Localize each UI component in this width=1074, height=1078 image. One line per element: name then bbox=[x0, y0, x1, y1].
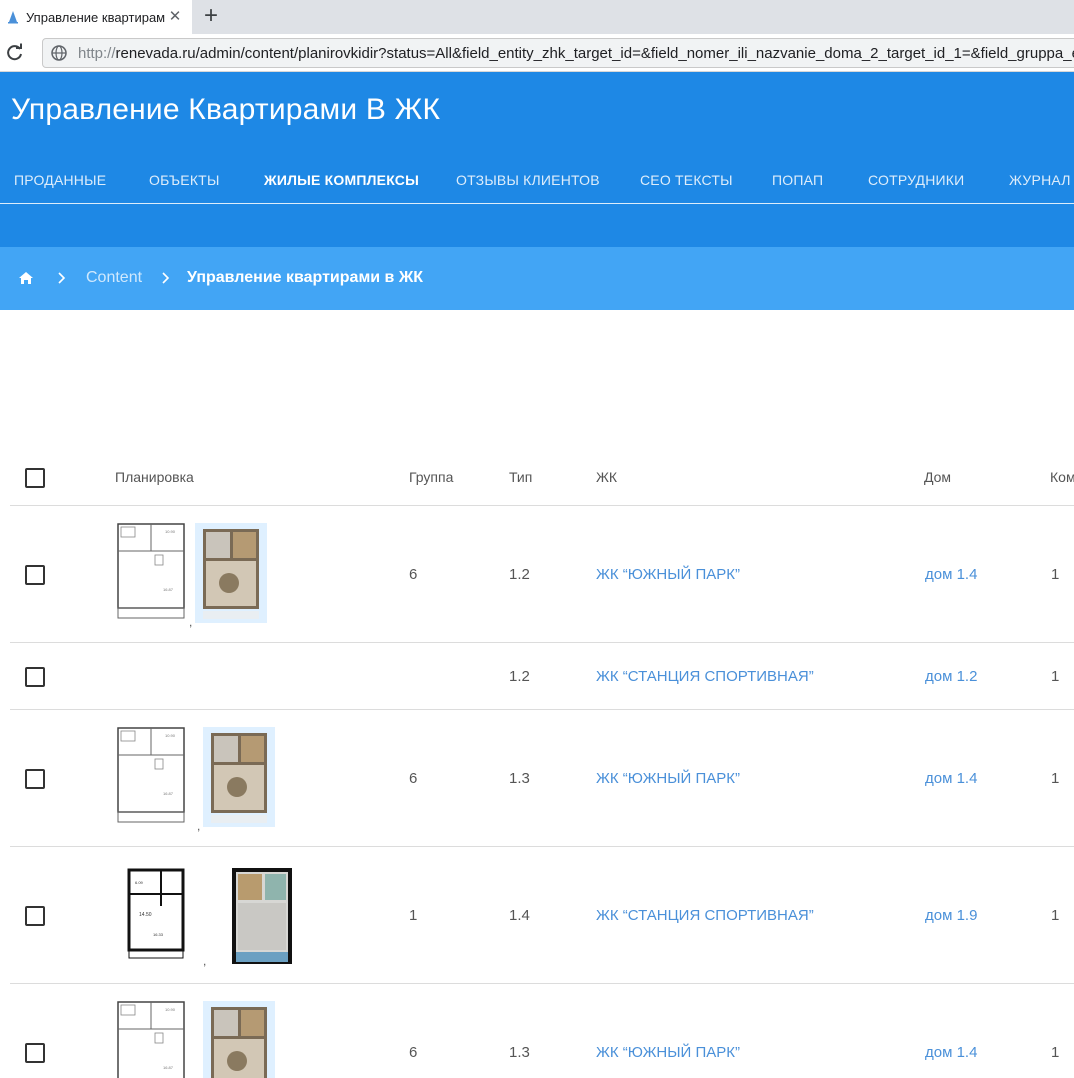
svg-text:10.90: 10.90 bbox=[165, 1007, 176, 1012]
image-separator: , bbox=[203, 953, 207, 968]
breadcrumb-current: Управление квартирами в ЖК bbox=[187, 269, 424, 286]
cell-extra: 1 bbox=[1051, 565, 1060, 583]
url-scheme: http:// bbox=[78, 44, 116, 62]
close-tab-icon[interactable]: ✕ bbox=[166, 8, 184, 26]
globe-icon bbox=[50, 44, 68, 62]
main-nav: ПРОДАННЫЕ ОБЪЕКТЫ ЖИЛЫЕ КОМПЛЕКСЫ ОТЗЫВЫ… bbox=[0, 144, 1074, 204]
nav-item-sold[interactable]: ПРОДАННЫЕ bbox=[14, 144, 106, 204]
cell-group: 6 bbox=[409, 769, 418, 787]
breadcrumb-link-content[interactable]: Content bbox=[86, 269, 142, 287]
svg-text:10.90: 10.90 bbox=[165, 733, 176, 738]
nav-item-complexes[interactable]: ЖИЛЫЕ КОМПЛЕКСЫ bbox=[264, 144, 419, 204]
cell-group: 6 bbox=[409, 1043, 418, 1061]
row-checkbox[interactable] bbox=[25, 1042, 45, 1063]
nav-item-objects[interactable]: ОБЪЕКТЫ bbox=[149, 144, 220, 204]
column-header-extra[interactable]: Ком bbox=[1050, 469, 1074, 485]
svg-text:6.09: 6.09 bbox=[135, 880, 144, 885]
svg-text:10.90: 10.90 bbox=[165, 529, 176, 534]
chevron-right-icon bbox=[161, 269, 171, 287]
cell-house-link[interactable]: дом 1.4 bbox=[925, 566, 977, 583]
cell-house-link[interactable]: дом 1.9 bbox=[925, 907, 977, 924]
cell-house-link[interactable]: дом 1.2 bbox=[925, 668, 977, 685]
table-row: 10.9016.87,61.3ЖК “ЮЖНЫЙ ПАРК”дом 1.41 bbox=[10, 984, 1074, 1078]
tab-title: Управление квартирами bbox=[26, 9, 166, 25]
rendered-plan-image[interactable] bbox=[195, 522, 267, 628]
cell-house-link[interactable]: дом 1.4 bbox=[925, 1044, 977, 1061]
select-all-checkbox[interactable] bbox=[25, 468, 45, 488]
site-header: Управление Квартирами В ЖК ПРОДАННЫЕ ОБЪ… bbox=[0, 72, 1074, 247]
table-header: Планировка Группа Тип ЖК Дом Ком bbox=[10, 448, 1074, 506]
cell-type: 1.2 bbox=[509, 565, 530, 583]
apartments-table: Планировка Группа Тип ЖК Дом Ком 10.90 16… bbox=[10, 448, 1074, 1078]
table-row: 6.09 14.50 16.33, 1 1.4 ЖК “СТАНЦИЯ СПОРТИВНА… bbox=[10, 847, 1074, 984]
row-checkbox[interactable] bbox=[25, 905, 45, 926]
svg-text:16.87: 16.87 bbox=[163, 1065, 174, 1070]
table-body: 10.90 16.87, 6 1.2 ЖК “ЮЖНЫЙ ПАРК” дом 1.4 1 1.… bbox=[10, 506, 1074, 1078]
column-header-house[interactable]: Дом bbox=[924, 469, 951, 485]
column-header-type[interactable]: Тип bbox=[509, 469, 532, 485]
svg-text:16.33: 16.33 bbox=[153, 932, 164, 937]
rendered-plan-image[interactable] bbox=[232, 867, 292, 969]
nav-item-staff[interactable]: СОТРУДНИКИ bbox=[868, 144, 964, 204]
rendered-plan-image[interactable] bbox=[203, 1000, 275, 1078]
row-checkbox[interactable] bbox=[25, 768, 45, 789]
floor-plan-image[interactable]: 10.90 16.87 bbox=[115, 999, 187, 1078]
table-row: 10.90 16.87, 6 1.3 ЖК “ЮЖНЫЙ ПАРК” дом 1.4 1 bbox=[10, 710, 1074, 847]
nav-item-popup[interactable]: ПОПАП bbox=[772, 144, 823, 204]
nav-item-journal[interactable]: ЖУРНАЛ bbox=[1009, 144, 1071, 204]
column-header-group[interactable]: Группа bbox=[409, 469, 453, 485]
cell-zhk-link[interactable]: ЖК “СТАНЦИЯ СПОРТИВНАЯ” bbox=[596, 907, 814, 924]
cell-group: 1 bbox=[409, 906, 418, 924]
new-tab-button[interactable]: + bbox=[198, 4, 224, 30]
cell-extra: 1 bbox=[1051, 667, 1060, 685]
cell-house-link[interactable]: дом 1.4 bbox=[925, 770, 977, 787]
browser-tab[interactable]: Управление квартирами ✕ bbox=[0, 0, 192, 34]
svg-text:16.87: 16.87 bbox=[163, 587, 174, 592]
browser-tabbar: Управление квартирами ✕ + bbox=[0, 0, 1074, 34]
cell-type: 1.3 bbox=[509, 769, 530, 787]
image-separator: , bbox=[189, 614, 193, 629]
cell-extra: 1 bbox=[1051, 906, 1060, 924]
cell-zhk-link[interactable]: ЖК “ЮЖНЫЙ ПАРК” bbox=[596, 1044, 740, 1061]
row-checkbox[interactable] bbox=[25, 666, 45, 687]
url-text: http://renevada.ru/admin/content/planiro… bbox=[78, 45, 1074, 62]
cell-zhk-link[interactable]: ЖК “ЮЖНЫЙ ПАРК” bbox=[596, 770, 740, 787]
nav-item-reviews[interactable]: ОТЗЫВЫ КЛИЕНТОВ bbox=[456, 144, 600, 204]
floor-plan-image[interactable]: 10.90 16.87 bbox=[115, 725, 187, 830]
table-row: 10.90 16.87, 6 1.2 ЖК “ЮЖНЫЙ ПАРК” дом 1.4 1 bbox=[10, 506, 1074, 643]
cell-extra: 1 bbox=[1051, 769, 1060, 787]
url-path: renevada.ru/admin/content/planirovkidir?… bbox=[115, 44, 1074, 62]
chevron-right-icon bbox=[57, 269, 67, 287]
url-input[interactable]: http://renevada.ru/admin/content/planiro… bbox=[42, 38, 1074, 68]
floor-plan-image[interactable]: 10.90 16.87 bbox=[115, 521, 187, 626]
row-checkbox[interactable] bbox=[25, 564, 45, 585]
table-row: 1.2 ЖК “СТАНЦИЯ СПОРТИВНАЯ” дом 1.2 1 bbox=[10, 643, 1074, 710]
svg-text:16.87: 16.87 bbox=[163, 791, 174, 796]
cell-type: 1.4 bbox=[509, 906, 530, 924]
rendered-plan-image[interactable] bbox=[203, 726, 275, 832]
cell-zhk-link[interactable]: ЖК “СТАНЦИЯ СПОРТИВНАЯ” bbox=[596, 668, 814, 685]
cell-zhk-link[interactable]: ЖК “ЮЖНЫЙ ПАРК” bbox=[596, 566, 740, 583]
floor-plan-image[interactable]: 6.09 14.50 16.33 bbox=[125, 866, 187, 965]
browser-addressbar: http://renevada.ru/admin/content/planiro… bbox=[0, 34, 1074, 72]
cell-type: 1.2 bbox=[509, 667, 530, 685]
cell-extra: 1 bbox=[1051, 1043, 1060, 1061]
page-title: Управление Квартирами В ЖК bbox=[11, 93, 441, 126]
column-header-zhk[interactable]: ЖК bbox=[596, 469, 617, 485]
image-separator: , bbox=[197, 818, 201, 833]
cell-group: 6 bbox=[409, 565, 418, 583]
favicon-icon bbox=[6, 9, 20, 25]
breadcrumb: Content Управление квартирами в ЖК bbox=[0, 247, 1074, 310]
reload-icon[interactable] bbox=[4, 42, 26, 64]
column-header-plan[interactable]: Планировка bbox=[115, 469, 194, 485]
cell-type: 1.3 bbox=[509, 1043, 530, 1061]
svg-text:14.50: 14.50 bbox=[139, 912, 152, 918]
home-icon[interactable] bbox=[18, 271, 34, 285]
nav-item-seo[interactable]: СЕО ТЕКСТЫ bbox=[640, 144, 733, 204]
